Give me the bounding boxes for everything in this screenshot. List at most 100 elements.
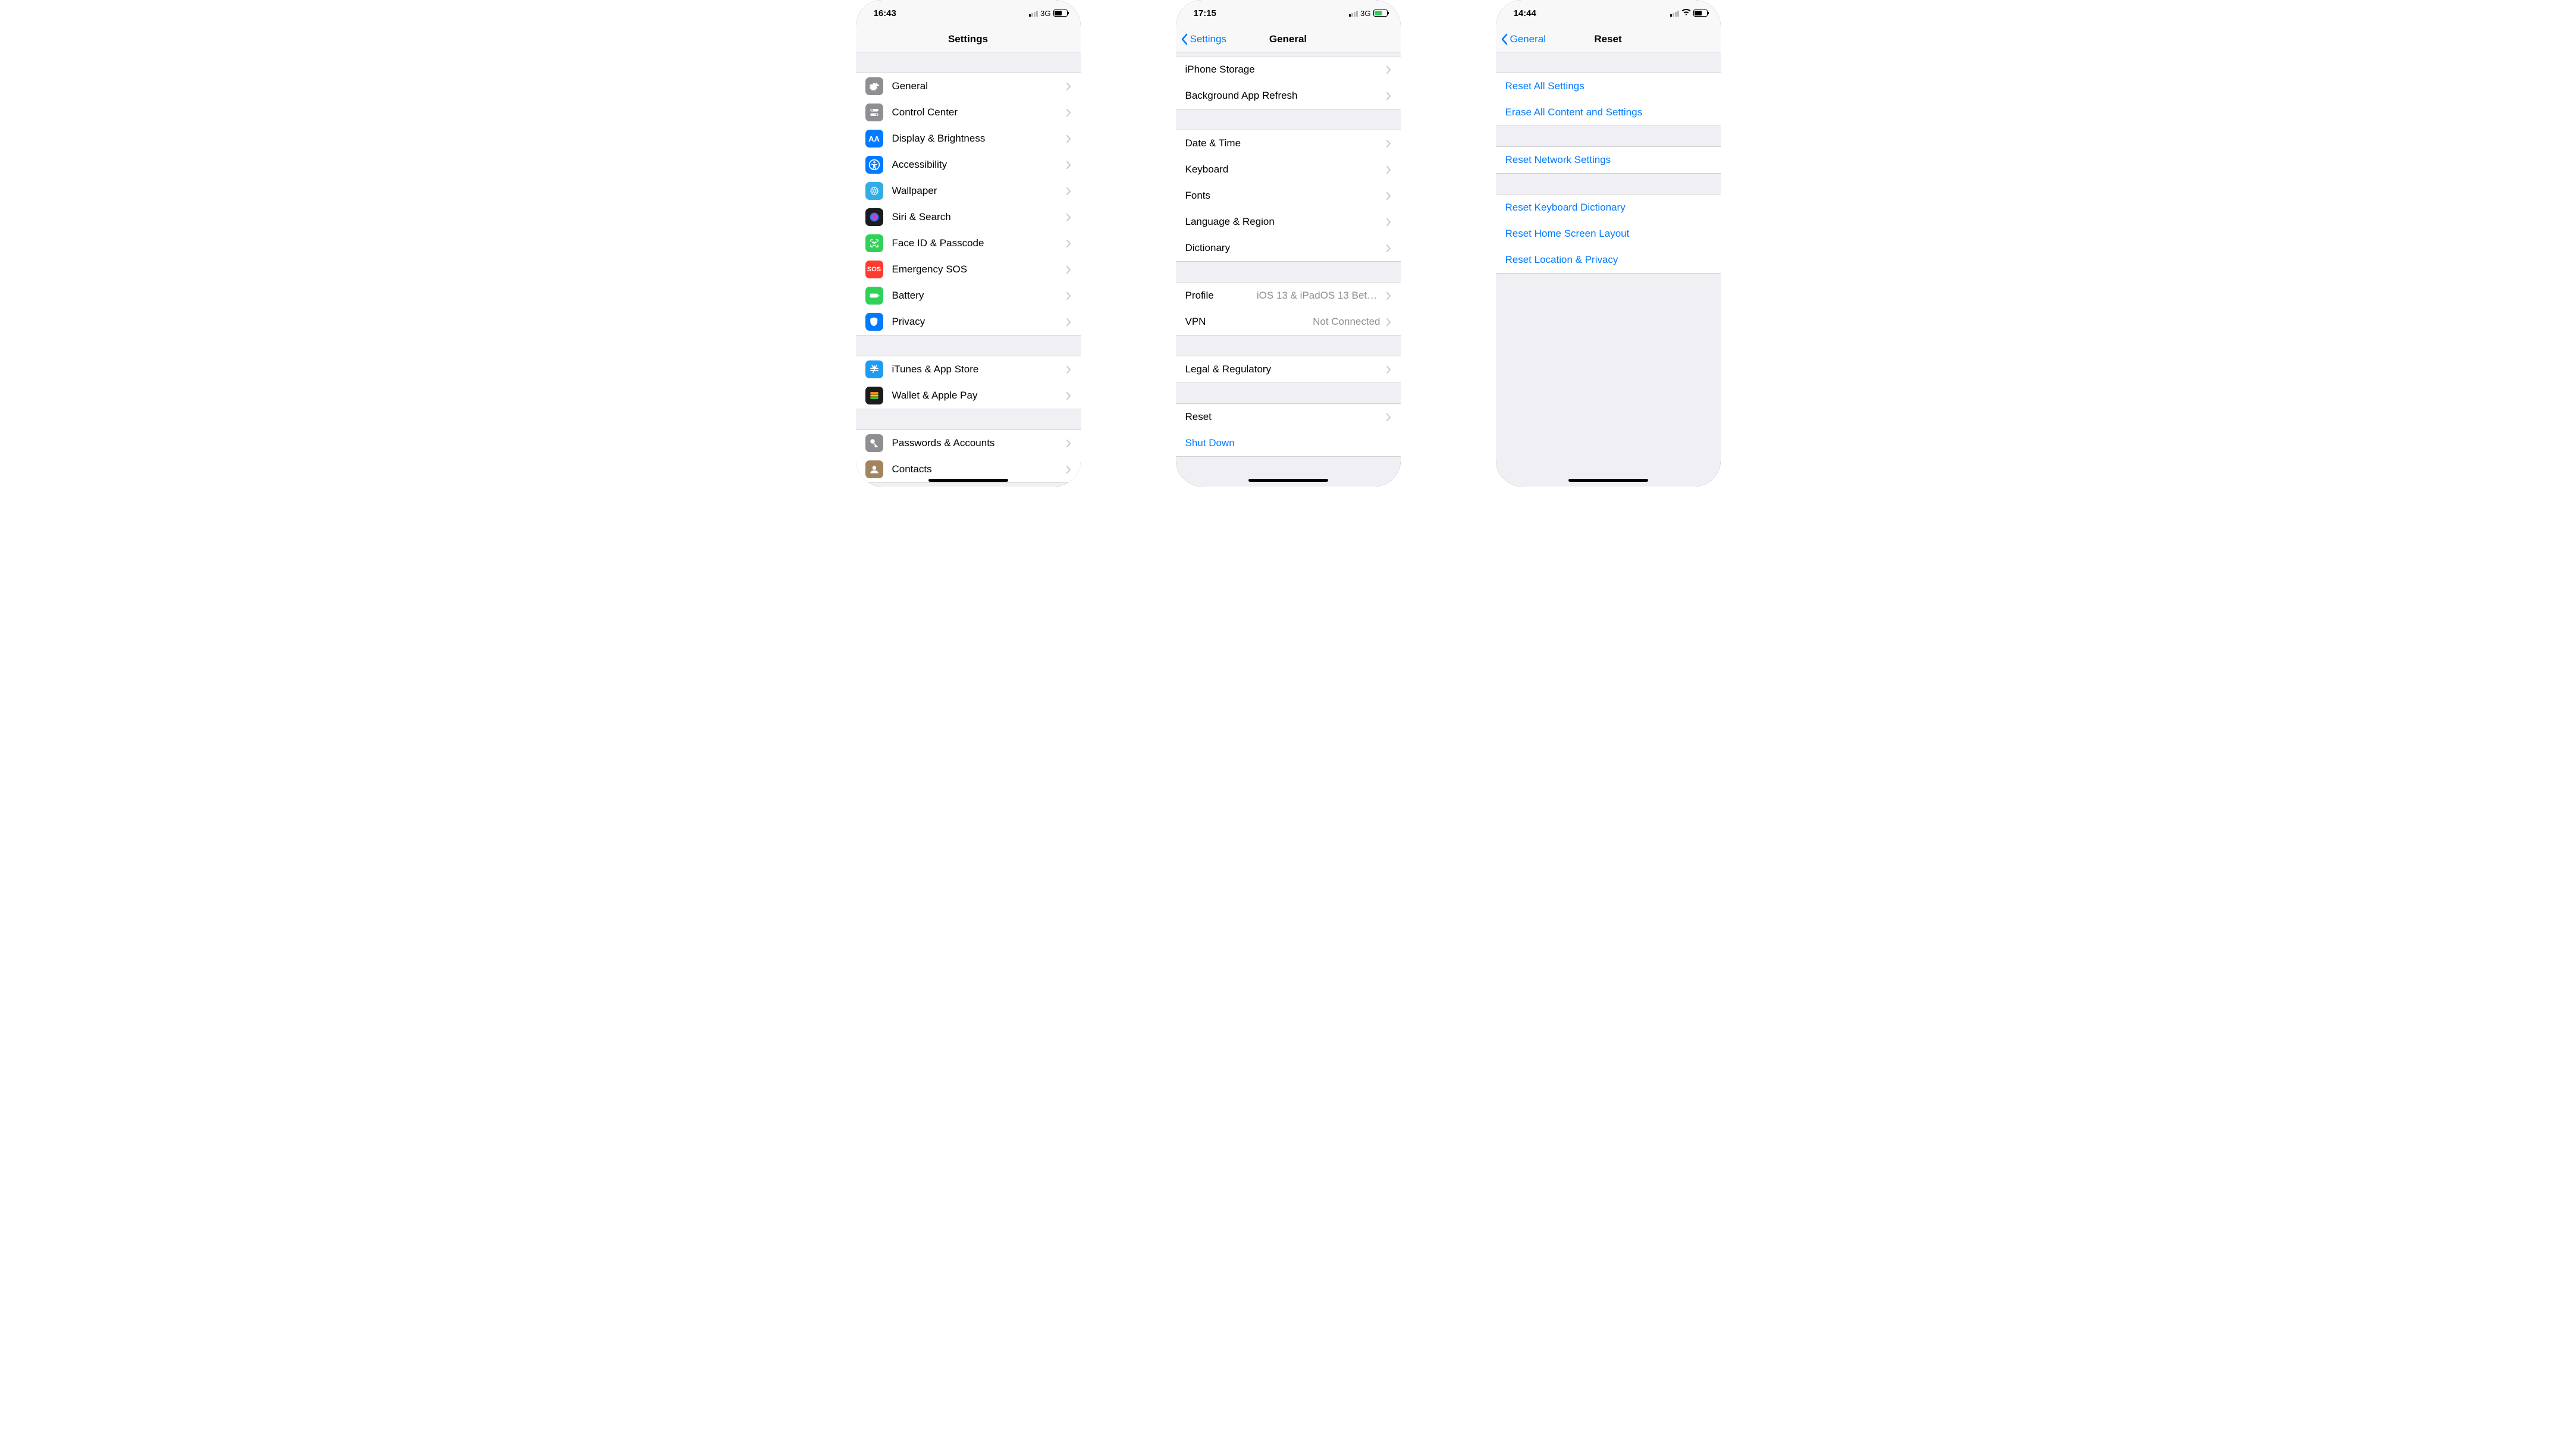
row-iphone-storage[interactable]: iPhone Storage	[1176, 57, 1401, 83]
row-profile[interactable]: ProfileiOS 13 & iPadOS 13 Beta Software …	[1176, 283, 1401, 309]
status-indicators: 3G	[1349, 9, 1387, 18]
chevron-right-icon	[1386, 92, 1391, 100]
row-detail: Not Connected	[1313, 316, 1380, 328]
section-gap	[1176, 457, 1401, 487]
accessibility-icon	[865, 156, 883, 174]
section-gap	[1176, 335, 1401, 356]
row-label: Siri & Search	[892, 211, 1060, 223]
row-label: Reset	[1185, 411, 1380, 423]
back-label: General	[1510, 33, 1546, 45]
row-label: Control Center	[892, 106, 1060, 118]
chevron-right-icon	[1066, 392, 1071, 400]
section-gap	[856, 52, 1081, 73]
row-reset[interactable]: Reset	[1176, 404, 1401, 430]
row-label: Fonts	[1185, 190, 1380, 202]
content-area[interactable]: iPhone StorageBackground App Refresh Date…	[1176, 52, 1401, 487]
row-label: iTunes & App Store	[892, 363, 1060, 375]
row-accessibility[interactable]: Accessibility	[856, 152, 1081, 178]
settings-group: Reset Shut Down	[1176, 403, 1401, 457]
row-label: Privacy	[892, 316, 1060, 328]
status-time: 16:43	[874, 8, 896, 18]
row-label: Reset Keyboard Dictionary	[1505, 202, 1711, 214]
section-gap	[1496, 274, 1721, 321]
contacts-icon	[865, 460, 883, 478]
row-label: Legal & Regulatory	[1185, 363, 1380, 375]
row-keyboard[interactable]: Keyboard	[1176, 156, 1401, 183]
status-bar: 14:44	[1496, 0, 1721, 26]
settings-group: Reset All Settings Erase All Content and …	[1496, 73, 1721, 126]
row-reset-home-screen-layout[interactable]: Reset Home Screen Layout	[1496, 221, 1721, 247]
home-indicator[interactable]	[1568, 479, 1648, 482]
row-face-id-passcode[interactable]: Face ID & Passcode	[856, 230, 1081, 256]
settings-group: iPhone StorageBackground App Refresh	[1176, 56, 1401, 109]
faceid-icon	[865, 234, 883, 252]
row-label: Display & Brightness	[892, 133, 1060, 145]
row-display-brightness[interactable]: AA Display & Brightness	[856, 126, 1081, 152]
back-button[interactable]: General	[1496, 33, 1546, 45]
privacy-icon	[865, 313, 883, 331]
row-reset-keyboard-dictionary[interactable]: Reset Keyboard Dictionary	[1496, 195, 1721, 221]
row-label: Language & Region	[1185, 216, 1380, 228]
row-emergency-sos[interactable]: SOSEmergency SOS	[856, 256, 1081, 283]
AA-icon: AA	[865, 130, 883, 148]
row-dictionary[interactable]: Dictionary	[1176, 235, 1401, 261]
section-gap	[1176, 109, 1401, 130]
row-general[interactable]: General	[856, 73, 1081, 99]
row-detail: iOS 13 & iPadOS 13 Beta Software Profile…	[1257, 290, 1380, 302]
row-siri-search[interactable]: Siri & Search	[856, 204, 1081, 230]
row-battery[interactable]: Battery	[856, 283, 1081, 309]
status-bar: 16:43 3G	[856, 0, 1081, 26]
row-reset-all-settings[interactable]: Reset All Settings	[1496, 73, 1721, 99]
row-label: Erase All Content and Settings	[1505, 106, 1711, 118]
row-label: Reset Home Screen Layout	[1505, 228, 1711, 240]
row-wallpaper[interactable]: Wallpaper	[856, 178, 1081, 204]
content-area[interactable]: Reset All Settings Erase All Content and …	[1496, 52, 1721, 487]
chevron-right-icon	[1066, 135, 1071, 143]
back-button[interactable]: Settings	[1176, 33, 1226, 45]
page-title: Settings	[856, 33, 1081, 45]
signal-icon	[1029, 10, 1038, 17]
row-itunes-app-store[interactable]: iTunes & App Store	[856, 356, 1081, 382]
row-passwords-accounts[interactable]: Passwords & Accounts	[856, 430, 1081, 456]
battery-icon	[865, 287, 883, 305]
section-gap	[1176, 262, 1401, 282]
row-label: Reset Network Settings	[1505, 154, 1711, 166]
settings-group: Reset Network Settings	[1496, 146, 1721, 174]
chevron-right-icon	[1066, 292, 1071, 300]
section-gap	[1496, 52, 1721, 73]
row-fonts[interactable]: Fonts	[1176, 183, 1401, 209]
row-erase-all-content-and-settings[interactable]: Erase All Content and Settings	[1496, 99, 1721, 126]
home-indicator[interactable]	[928, 479, 1008, 482]
phone-general: 17:15 3G Settings General iPhone Storage…	[1176, 0, 1401, 487]
battery-icon	[1373, 10, 1388, 17]
wifi-icon	[1681, 8, 1691, 18]
screen: 17:15 3G Settings General iPhone Storage…	[1176, 0, 1401, 487]
network-label: 3G	[1040, 9, 1050, 18]
chevron-right-icon	[1386, 413, 1391, 421]
section-gap	[856, 483, 1081, 487]
row-label: Contacts	[892, 463, 1060, 475]
row-privacy[interactable]: Privacy	[856, 309, 1081, 335]
toggles-icon	[865, 104, 883, 121]
chevron-right-icon	[1066, 214, 1071, 221]
row-reset-location-privacy[interactable]: Reset Location & Privacy	[1496, 247, 1721, 273]
key-icon	[865, 434, 883, 452]
content-area[interactable]: General Control Center AA Display & Brightn…	[856, 52, 1081, 487]
status-indicators	[1670, 8, 1708, 18]
row-legal-regulatory[interactable]: Legal & Regulatory	[1176, 356, 1401, 382]
row-wallet-apple-pay[interactable]: Wallet & Apple Pay	[856, 382, 1081, 409]
row-background-app-refresh[interactable]: Background App Refresh	[1176, 83, 1401, 109]
row-shut-down[interactable]: Shut Down	[1176, 430, 1401, 456]
row-vpn[interactable]: VPNNot Connected	[1176, 309, 1401, 335]
home-indicator[interactable]	[1248, 479, 1328, 482]
row-date-time[interactable]: Date & Time	[1176, 130, 1401, 156]
row-language-region[interactable]: Language & Region	[1176, 209, 1401, 235]
section-gap	[1176, 383, 1401, 403]
row-label: Battery	[892, 290, 1060, 302]
row-reset-network-settings[interactable]: Reset Network Settings	[1496, 147, 1721, 173]
battery-icon	[1693, 10, 1708, 17]
siri-icon	[865, 208, 883, 226]
row-control-center[interactable]: Control Center	[856, 99, 1081, 126]
row-label: Emergency SOS	[892, 264, 1060, 275]
status-time: 17:15	[1194, 8, 1216, 18]
